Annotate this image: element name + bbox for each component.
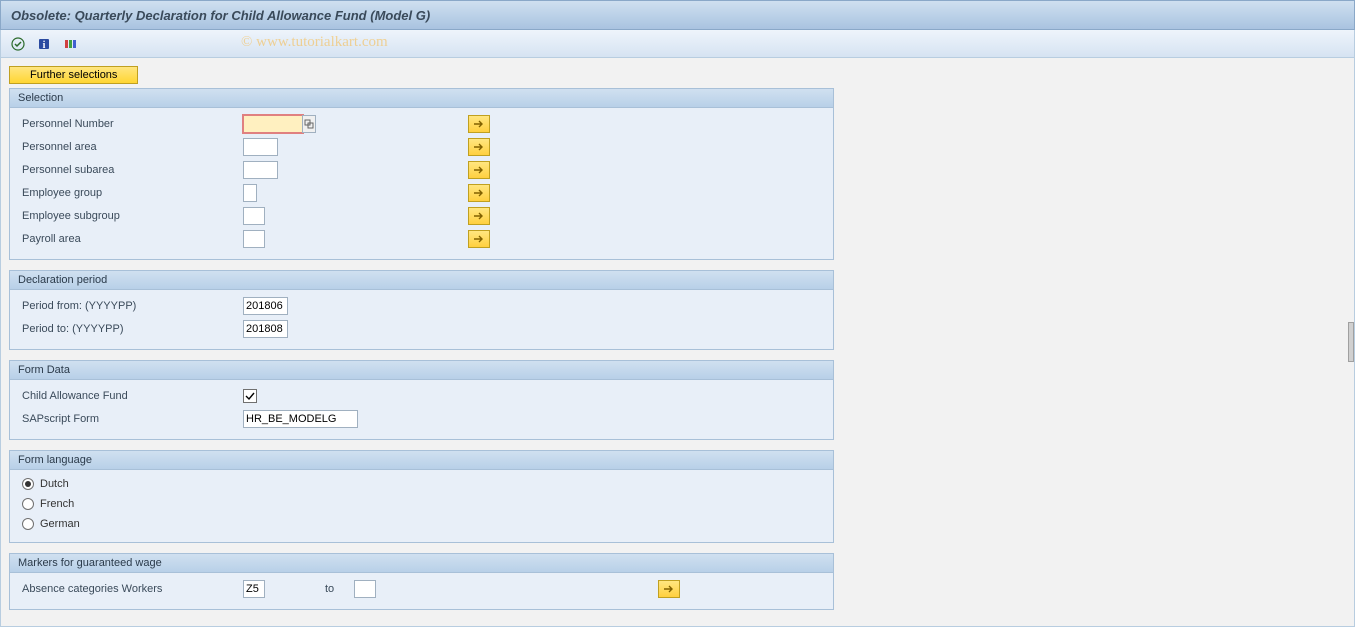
info-button[interactable]: i [33,34,55,54]
watermark: © www.tutorialkart.com [241,34,388,51]
arrow-right-icon [473,234,485,244]
multiple-selection-employee-group[interactable] [468,184,490,202]
row-period-to: Period to: (YYYYPP) [18,318,825,340]
group-title-form-language: Form language [10,451,833,470]
row-personnel-subarea: Personnel subarea [18,159,825,181]
group-title-selection: Selection [10,89,833,108]
group-form-data: Form Data Child Allowance Fund SAPscript… [9,360,834,440]
row-employee-subgroup: Employee subgroup [18,205,825,227]
radio-german[interactable] [22,518,34,530]
input-personnel-subarea[interactable] [243,161,278,179]
group-title-declaration-period: Declaration period [10,271,833,290]
label-personnel-number: Personnel Number [18,118,243,130]
radio-row-dutch[interactable]: Dutch [18,474,825,494]
radio-label-dutch: Dutch [40,478,69,490]
further-selections-button[interactable]: Further selections [9,66,138,84]
group-title-markers: Markers for guaranteed wage [10,554,833,573]
row-personnel-area: Personnel area [18,136,825,158]
title-bar: Obsolete: Quarterly Declaration for Chil… [0,0,1355,30]
row-personnel-number: Personnel Number [18,113,825,135]
f4-personnel-number[interactable] [302,115,316,133]
right-scroll-handle[interactable] [1348,322,1354,362]
group-form-language: Form language Dutch French German [9,450,834,543]
label-personnel-area: Personnel area [18,141,243,153]
variant-icon [63,37,77,51]
label-absence-categories-workers: Absence categories Workers [18,583,243,595]
label-period-to: Period to: (YYYYPP) [18,323,243,335]
arrow-right-icon [663,584,675,594]
radio-dutch[interactable] [22,478,34,490]
input-period-from[interactable] [243,297,288,315]
input-absence-low[interactable] [243,580,265,598]
row-sapscript-form: SAPscript Form [18,408,825,430]
multiple-selection-personnel-number[interactable] [468,115,490,133]
label-employee-subgroup: Employee subgroup [18,210,243,222]
group-selection: Selection Personnel Number Personnel [9,88,834,260]
input-employee-group[interactable] [243,184,257,202]
arrow-right-icon [473,119,485,129]
group-declaration-period: Declaration period Period from: (YYYYPP)… [9,270,834,350]
input-personnel-number[interactable] [243,115,303,133]
search-help-icon [304,119,314,129]
label-child-allowance-fund: Child Allowance Fund [18,390,243,402]
radio-label-german: German [40,518,80,530]
multiple-selection-personnel-subarea[interactable] [468,161,490,179]
svg-text:i: i [43,40,46,51]
to-label: to [325,583,334,595]
row-child-allowance-fund: Child Allowance Fund [18,385,825,407]
row-period-from: Period from: (YYYYPP) [18,295,825,317]
label-employee-group: Employee group [18,187,243,199]
multiple-selection-payroll-area[interactable] [468,230,490,248]
get-variant-button[interactable] [59,34,81,54]
execute-icon [11,37,25,51]
radio-row-french[interactable]: French [18,494,825,514]
row-payroll-area: Payroll area [18,228,825,250]
info-icon: i [37,37,51,51]
arrow-right-icon [473,165,485,175]
multiple-selection-absence-categories[interactable] [658,580,680,598]
multiple-selection-personnel-area[interactable] [468,138,490,156]
multiple-selection-employee-subgroup[interactable] [468,207,490,225]
label-personnel-subarea: Personnel subarea [18,164,243,176]
row-absence-categories-workers: Absence categories Workers to [18,578,825,600]
label-period-from: Period from: (YYYYPP) [18,300,243,312]
check-icon [245,391,255,401]
radio-label-french: French [40,498,74,510]
input-payroll-area[interactable] [243,230,265,248]
radio-french[interactable] [22,498,34,510]
label-payroll-area: Payroll area [18,233,243,245]
row-employee-group: Employee group [18,182,825,204]
page-title: Obsolete: Quarterly Declaration for Chil… [11,8,430,23]
group-markers: Markers for guaranteed wage Absence cate… [9,553,834,610]
input-personnel-area[interactable] [243,138,278,156]
checkbox-child-allowance-fund[interactable] [243,389,257,403]
label-sapscript-form: SAPscript Form [18,413,243,425]
input-sapscript-form[interactable] [243,410,358,428]
radio-row-german[interactable]: German [18,514,825,534]
input-employee-subgroup[interactable] [243,207,265,225]
input-absence-high[interactable] [354,580,376,598]
arrow-right-icon [473,211,485,221]
scroll-container[interactable]: Further selections Selection Personnel N… [1,58,1354,626]
arrow-right-icon [473,142,485,152]
sap-gui-window: Obsolete: Quarterly Declaration for Chil… [0,0,1355,627]
content-area: Further selections Selection Personnel N… [0,58,1355,627]
group-title-form-data: Form Data [10,361,833,380]
input-period-to[interactable] [243,320,288,338]
execute-button[interactable] [7,34,29,54]
application-toolbar: i © www.tutorialkart.com [0,30,1355,58]
arrow-right-icon [473,188,485,198]
